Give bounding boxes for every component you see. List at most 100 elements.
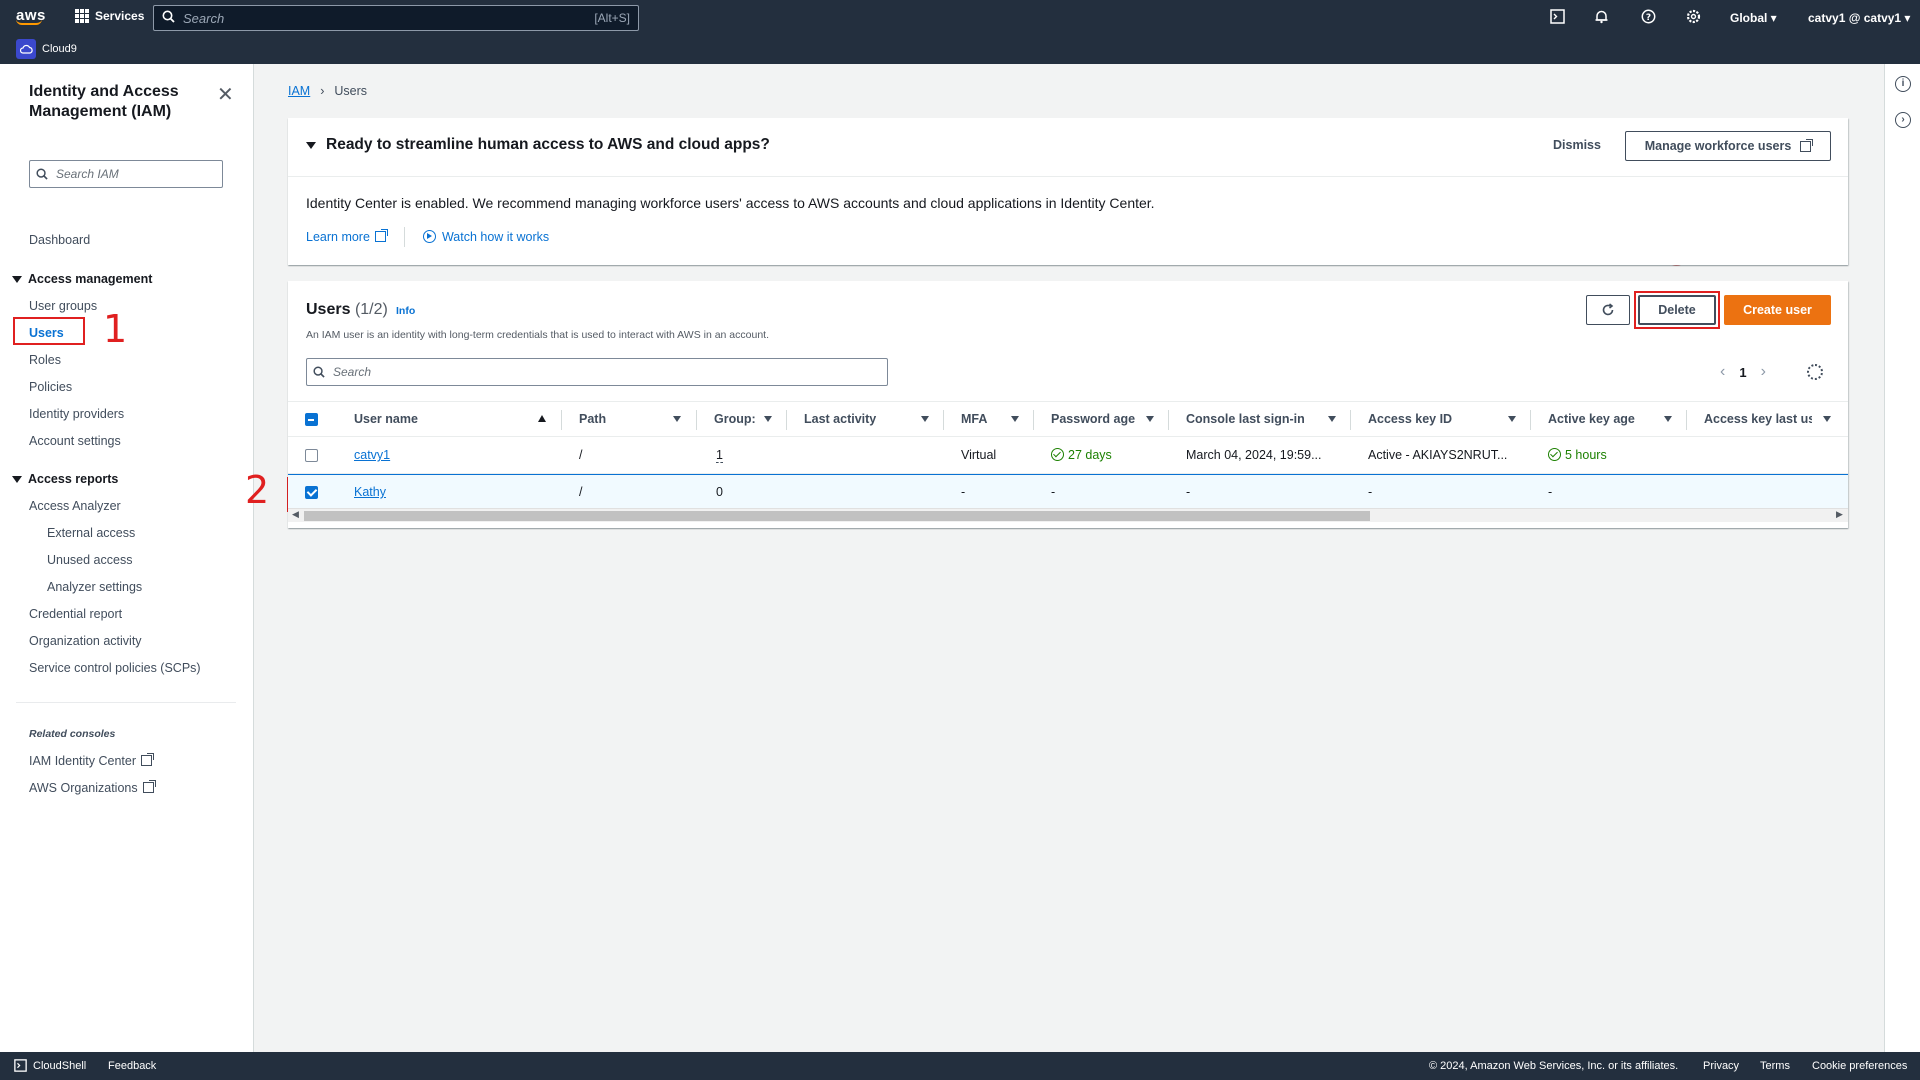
sort-icon[interactable] [1823, 416, 1831, 422]
learn-more-link[interactable]: Learn more [306, 229, 388, 244]
column-separator [786, 410, 787, 430]
cookie-preferences-link[interactable]: Cookie preferences [1812, 1060, 1907, 1072]
global-search-input[interactable]: Search [Alt+S] [153, 5, 639, 31]
breadcrumb-iam[interactable]: IAM [288, 84, 310, 98]
info-link[interactable]: Info [396, 305, 415, 317]
sidebar-link-identity-center[interactable]: IAM Identity Center [29, 753, 154, 768]
column-console-last-sign-in[interactable]: Console last sign-in [1186, 412, 1305, 426]
watch-video-link[interactable]: Watch how it works [422, 230, 549, 244]
sort-icon[interactable] [1664, 416, 1672, 422]
column-mfa[interactable]: MFA [961, 412, 987, 426]
users-search-input[interactable]: Search [306, 358, 888, 386]
caret-down-icon [12, 475, 22, 483]
help-icon[interactable]: ? [1640, 9, 1656, 25]
table-row-selected[interactable]: Kathy / 0 - - - - - [288, 474, 1848, 510]
column-path[interactable]: Path [579, 412, 606, 426]
sort-icon[interactable] [764, 416, 772, 422]
scroll-left-arrow-icon[interactable]: ◀ [292, 509, 299, 520]
sort-icon[interactable] [1146, 416, 1154, 422]
cell-console-last-sign-in: March 04, 2024, 19:59... [1186, 448, 1322, 462]
sidebar-divider [16, 702, 236, 703]
external-link-icon [141, 753, 154, 766]
banner-body: Identity Center is enabled. We recommend… [306, 195, 1155, 211]
dismiss-button[interactable]: Dismiss [1553, 138, 1601, 152]
services-menu[interactable]: Services [75, 9, 144, 23]
account-menu[interactable]: catvy1 @ catvy1 ▾ [1808, 11, 1910, 25]
check-circle-icon [1051, 448, 1064, 461]
chevron-right-icon[interactable]: › [1761, 363, 1766, 381]
user-name-link[interactable]: Kathy [354, 485, 386, 499]
cell-path: / [579, 448, 583, 462]
cloudshell-footer-button[interactable]: CloudShell [14, 1059, 86, 1072]
sort-icon[interactable] [1508, 416, 1516, 422]
column-access-key-id[interactable]: Access key ID [1368, 412, 1452, 426]
sidebar-section-access-management[interactable]: Access management [12, 272, 152, 286]
sidebar-item-external-access[interactable]: External access [47, 526, 135, 540]
cloudshell-icon[interactable] [1549, 9, 1565, 25]
region-selector[interactable]: Global ▾ [1730, 11, 1777, 25]
banner-header[interactable]: Ready to streamline human access to AWS … [306, 136, 770, 154]
favorite-cloud9[interactable]: Cloud9 [16, 39, 77, 59]
sidebar-item-organization-activity[interactable]: Organization activity [29, 634, 142, 648]
link-divider [403, 227, 405, 247]
column-separator [561, 410, 562, 430]
page-number[interactable]: 1 [1739, 365, 1746, 380]
feedback-link[interactable]: Feedback [108, 1060, 156, 1072]
sidebar-item-dashboard[interactable]: Dashboard [29, 233, 90, 247]
close-icon[interactable]: ✕ [217, 82, 234, 107]
sidebar-section-access-reports[interactable]: Access reports [12, 472, 118, 486]
refresh-icon [1602, 303, 1614, 316]
cell-groups[interactable]: 1 [716, 448, 723, 463]
horizontal-scrollbar[interactable]: ◀ ▶ [288, 508, 1848, 522]
sort-icon[interactable] [1328, 416, 1336, 422]
sidebar-item-access-analyzer[interactable]: Access Analyzer [29, 499, 121, 513]
row-checkbox[interactable] [305, 449, 318, 462]
sort-icon[interactable] [921, 416, 929, 422]
chevron-left-icon[interactable]: ‹ [1720, 363, 1725, 381]
scrollbar-thumb[interactable] [304, 511, 1370, 521]
column-active-key-age[interactable]: Active key age [1548, 412, 1635, 426]
table-row[interactable]: catvy1 / 1 Virtual 27 days March 04, 202… [288, 438, 1848, 474]
annotation-box-3 [1634, 291, 1720, 329]
sidebar-item-user-groups[interactable]: User groups [29, 299, 97, 313]
scroll-right-arrow-icon[interactable]: ▶ [1836, 509, 1843, 520]
column-password-age[interactable]: Password age [1051, 412, 1135, 426]
sidebar-search-input[interactable]: Search IAM [29, 160, 223, 188]
sidebar-item-policies[interactable]: Policies [29, 380, 72, 394]
sidebar-item-identity-providers[interactable]: Identity providers [29, 407, 124, 421]
sidebar-item-unused-access[interactable]: Unused access [47, 553, 132, 567]
users-search-placeholder: Search [333, 365, 372, 379]
row-checkbox-checked[interactable] [305, 486, 318, 499]
active-key-age-value: 5 hours [1565, 448, 1607, 462]
column-user-name[interactable]: User name [354, 412, 418, 426]
sort-ascending-icon[interactable] [538, 415, 546, 422]
refresh-button[interactable] [1586, 295, 1630, 325]
privacy-link[interactable]: Privacy [1703, 1060, 1739, 1072]
pagination: ‹ 1 › [1720, 363, 1766, 381]
sidebar-link-organizations[interactable]: AWS Organizations [29, 780, 156, 795]
sidebar-item-account-settings[interactable]: Account settings [29, 434, 121, 448]
manage-workforce-users-button[interactable]: Manage workforce users [1625, 131, 1831, 161]
sidebar-item-roles[interactable]: Roles [29, 353, 61, 367]
select-all-checkbox[interactable] [305, 413, 318, 426]
settings-icon[interactable] [1685, 9, 1701, 25]
bell-icon[interactable] [1593, 9, 1609, 25]
table-preferences-gear-icon[interactable] [1807, 364, 1823, 380]
column-last-activity[interactable]: Last activity [804, 412, 876, 426]
terms-link[interactable]: Terms [1760, 1060, 1790, 1072]
sidebar-item-scps[interactable]: Service control policies (SCPs) [29, 661, 201, 675]
sidebar-item-analyzer-settings[interactable]: Analyzer settings [47, 580, 142, 594]
sort-icon[interactable] [1011, 416, 1019, 422]
cell-mfa: Virtual [961, 448, 997, 462]
info-panel-icon[interactable]: i [1895, 76, 1911, 92]
tutorial-icon[interactable]: › [1895, 112, 1911, 128]
sidebar-item-credential-report[interactable]: Credential report [29, 607, 122, 621]
column-access-key-last-used[interactable]: Access key last use [1704, 412, 1812, 426]
aws-logo[interactable]: aws [16, 7, 46, 25]
column-groups[interactable]: Group: [714, 412, 756, 426]
user-name-link[interactable]: catvy1 [354, 448, 390, 462]
cloud9-label: Cloud9 [42, 43, 77, 55]
sort-icon[interactable] [673, 416, 681, 422]
column-separator [943, 410, 944, 430]
create-user-button[interactable]: Create user [1724, 295, 1831, 325]
